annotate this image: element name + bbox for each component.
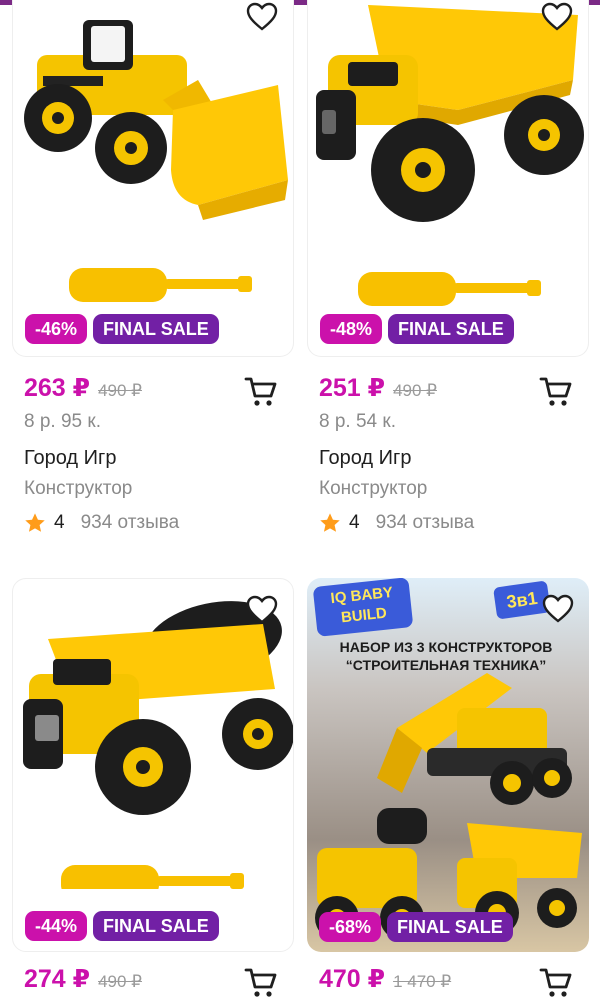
- product-card[interactable]: -46% FINAL SALE 263 ₽ 490 ₽ 8 р. 95 к. Г…: [12, 0, 294, 534]
- reviews-count: 934 отзыва: [375, 512, 475, 533]
- cart-icon: [539, 968, 572, 997]
- heart-icon: [541, 2, 573, 31]
- dump-truck-image: [316, 5, 584, 306]
- price-row: 274 ₽ 490 ₽: [12, 964, 294, 1000]
- rating-row: 4 934 отзыва: [307, 512, 589, 534]
- product-image[interactable]: -46% FINAL SALE: [12, 0, 294, 357]
- promo-brand-logo: IQ BABY BUILD: [312, 578, 414, 637]
- badges: -48% FINAL SALE: [320, 314, 514, 344]
- promo-title-line2: “СТРОИТЕЛЬНАЯ ТЕХНИКА”: [345, 657, 547, 673]
- favorite-button[interactable]: [541, 592, 575, 626]
- discount-badge: -68%: [319, 912, 382, 942]
- old-price: 1 470 ₽: [393, 972, 452, 991]
- cart-icon: [244, 968, 277, 997]
- star-icon: [320, 513, 340, 532]
- add-to-cart-button[interactable]: [537, 964, 575, 1000]
- price-row: 251 ₽ 490 ₽: [307, 373, 589, 413]
- installment-price: 8 р. 54 к.: [319, 411, 396, 432]
- wheel-loader-image: [24, 20, 288, 302]
- heart-icon: [246, 595, 278, 624]
- category-name: Конструктор: [319, 478, 428, 499]
- add-to-cart-button[interactable]: [242, 964, 280, 1000]
- price-row: 470 ₽ 1 470 ₽: [307, 964, 589, 1000]
- badges: -46% FINAL SALE: [25, 314, 219, 344]
- product-card[interactable]: -48% FINAL SALE 251 ₽ 490 ₽ 8 р. 54 к. Г…: [307, 0, 589, 534]
- promo-title-line1: НАБОР ИЗ 3 КОНСТРУКТОРОВ: [339, 639, 553, 655]
- product-image[interactable]: IQ BABY BUILD 3в1 НАБОР ИЗ 3 КОНСТРУКТОР…: [307, 578, 589, 952]
- favorite-button[interactable]: [245, 593, 279, 627]
- product-image[interactable]: -44% FINAL SALE: [12, 578, 294, 952]
- product-card[interactable]: IQ BABY BUILD 3в1 НАБОР ИЗ 3 КОНСТРУКТОР…: [307, 578, 589, 1000]
- construction-set-image: [315, 673, 582, 940]
- price: 470 ₽: [319, 965, 386, 993]
- final-sale-badge: FINAL SALE: [93, 314, 219, 344]
- installment-price: 8 р. 95 к.: [24, 411, 101, 432]
- promo-title: НАБОР ИЗ 3 КОНСТРУКТОРОВ “СТРОИТЕЛЬНАЯ Т…: [311, 638, 581, 674]
- add-to-cart-button[interactable]: [537, 373, 575, 411]
- favorite-button[interactable]: [245, 0, 279, 34]
- heart-icon: [246, 2, 278, 31]
- star-icon: [25, 513, 45, 532]
- price: 263 ₽: [24, 374, 91, 402]
- brand-name[interactable]: Город Игр: [12, 447, 294, 470]
- discount-badge: -48%: [320, 314, 383, 344]
- rating-value: 4: [349, 512, 360, 533]
- final-sale-badge: FINAL SALE: [388, 314, 514, 344]
- brand-name[interactable]: Город Игр: [307, 447, 589, 470]
- old-price: 490 ₽: [98, 972, 142, 991]
- badges: -68% FINAL SALE: [319, 912, 513, 942]
- add-to-cart-button[interactable]: [242, 373, 280, 411]
- discount-badge: -46%: [25, 314, 88, 344]
- product-image[interactable]: -48% FINAL SALE: [307, 0, 589, 357]
- price-row: 263 ₽ 490 ₽: [12, 373, 294, 413]
- rating-value: 4: [54, 512, 65, 533]
- price: 251 ₽: [319, 374, 386, 402]
- cart-icon: [244, 377, 277, 406]
- reviews-count: 934 отзыва: [80, 512, 180, 533]
- discount-badge: -44%: [25, 911, 88, 941]
- old-price: 490 ₽: [98, 381, 142, 400]
- product-card[interactable]: -44% FINAL SALE 274 ₽ 490 ₽: [12, 578, 294, 1000]
- price: 274 ₽: [24, 965, 91, 993]
- final-sale-badge: FINAL SALE: [93, 911, 219, 941]
- category-name: Конструктор: [24, 478, 133, 499]
- rating-row: 4 934 отзыва: [12, 512, 294, 534]
- old-price: 490 ₽: [393, 381, 437, 400]
- cart-icon: [539, 377, 572, 406]
- heart-icon: [542, 594, 574, 623]
- final-sale-badge: FINAL SALE: [387, 912, 513, 942]
- badges: -44% FINAL SALE: [25, 911, 219, 941]
- favorite-button[interactable]: [540, 0, 574, 34]
